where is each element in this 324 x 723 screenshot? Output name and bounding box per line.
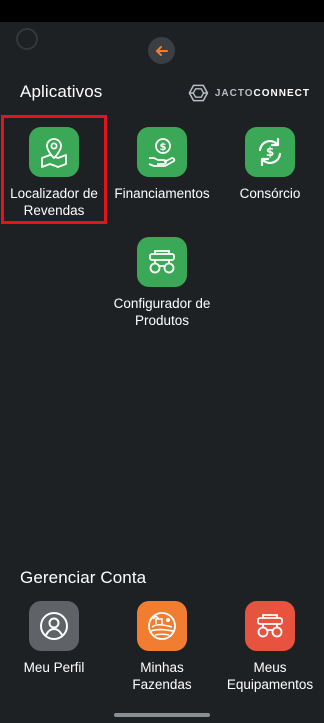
app-icon-tile: $ (137, 127, 187, 177)
account-meus-equipamentos[interactable]: Meus Equipamentos (216, 601, 324, 693)
app-financiamentos[interactable]: $ Financiamentos (108, 127, 216, 202)
jacto-logo-icon (188, 84, 209, 102)
app-label: Consórcio (239, 186, 301, 201)
app-icon-tile (137, 237, 187, 287)
dollar-cycle-icon: $ (258, 137, 282, 167)
app-icon-tile: $ (245, 127, 295, 177)
app-label: Meus Equipamentos (226, 660, 314, 692)
account-minhas-fazendas[interactable]: Minhas Fazendas (108, 601, 216, 693)
app-label: Configurador de Produtos (113, 296, 211, 328)
app-label: Financiamentos (114, 186, 210, 201)
app-icon-tile (137, 601, 187, 651)
brand-text: JACTOCONNECT (214, 87, 310, 99)
svg-text:$: $ (266, 145, 274, 159)
jactoconnect-logo: JACTOCONNECT (188, 80, 310, 106)
app-icon-tile (245, 601, 295, 651)
status-bar (0, 0, 324, 22)
account-meu-perfil[interactable]: Meu Perfil (0, 601, 108, 676)
machine-icon (149, 250, 175, 274)
user-icon (40, 612, 68, 640)
back-button[interactable] (148, 37, 175, 64)
app-icon-tile (29, 601, 79, 651)
app-label: Minhas Fazendas (132, 660, 192, 692)
account-section-title: Gerenciar Conta (20, 568, 147, 587)
background-avatar (16, 28, 38, 50)
home-indicator[interactable] (114, 713, 210, 717)
app-consorcio[interactable]: $ Consórcio (216, 127, 324, 202)
money-hand-icon: $ (148, 138, 176, 167)
svg-text:$: $ (160, 142, 167, 153)
apps-section-title: Aplicativos (20, 82, 103, 101)
app-label: Meu Perfil (23, 660, 85, 675)
equipment-icon (257, 614, 283, 638)
arrow-left-icon (155, 45, 168, 56)
farm-icon (148, 612, 176, 640)
highlight-box (1, 115, 107, 224)
app-configurador-produtos[interactable]: Configurador de Produtos (108, 237, 216, 329)
